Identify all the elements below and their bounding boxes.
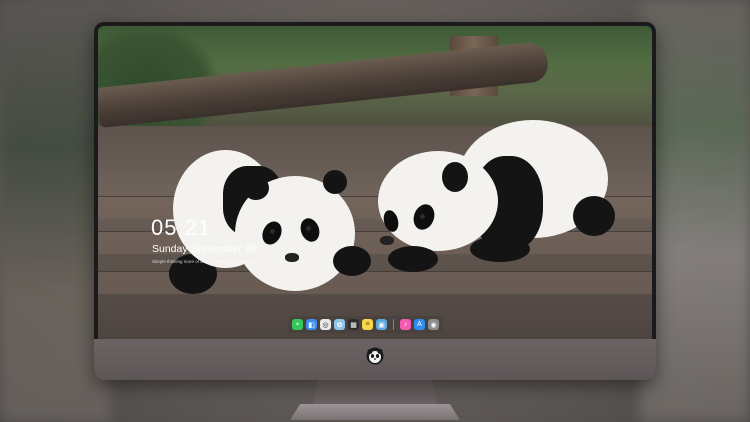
dock-separator <box>393 319 394 330</box>
clock-date: Sunday September 28 <box>152 243 257 255</box>
panda-logo-icon <box>366 347 384 365</box>
notes-icon[interactable]: ≡ <box>362 319 373 330</box>
lock-screen[interactable]: 05:21 Sunday September 28 Simple thinkin… <box>98 26 652 339</box>
panda-right <box>378 116 618 286</box>
photos-icon[interactable]: ✿ <box>334 319 345 330</box>
monitor-stand-base <box>290 404 460 420</box>
monitor: 05:21 Sunday September 28 Simple thinkin… <box>94 22 656 380</box>
app-store-icon[interactable]: A <box>414 319 425 330</box>
monitor-chin <box>94 339 656 380</box>
finder-icon[interactable]: ◧ <box>306 319 317 330</box>
clapper-icon[interactable]: ▦ <box>348 319 359 330</box>
camera-icon[interactable]: ◉ <box>428 319 439 330</box>
messages-icon[interactable]: ▪ <box>292 319 303 330</box>
preview-icon[interactable]: ▣ <box>376 319 387 330</box>
greeting-hint: Simple thinking more of aims. Create you… <box>152 259 256 264</box>
clock-time: 05:21 <box>151 215 212 240</box>
dock: ▪ ◧ ◎ ✿ ▦ ≡ ▣ ♪ A ◉ <box>288 316 443 333</box>
safari-icon[interactable]: ◎ <box>320 319 331 330</box>
background-blur-right <box>640 0 750 422</box>
monitor-stand-neck <box>312 380 438 406</box>
music-icon[interactable]: ♪ <box>400 319 411 330</box>
